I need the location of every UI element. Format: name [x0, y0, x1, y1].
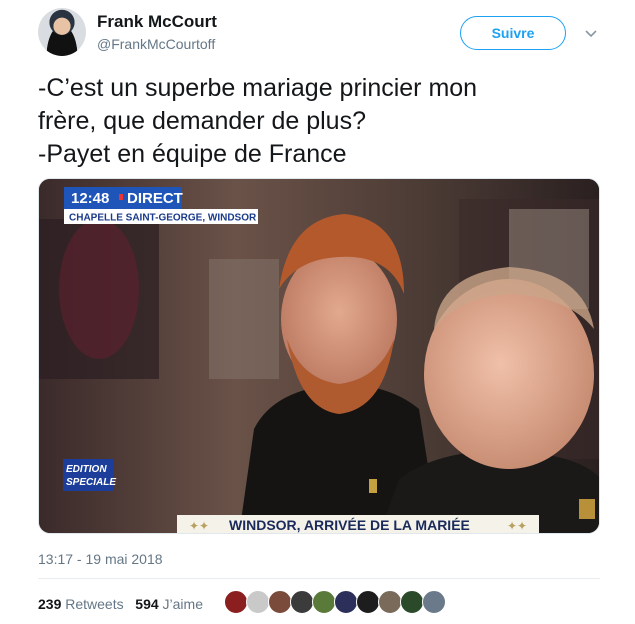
tweet-header: Frank McCourt @FrankMcCourtoff Suivre [38, 8, 608, 60]
channel-badge-line1: EDITION [66, 464, 107, 475]
retweets-label[interactable]: Retweets [65, 596, 123, 612]
tweet-text-line: frère, que demander de plus? [38, 107, 366, 135]
liker-avatar[interactable] [246, 590, 270, 614]
overlay-time: 12:48 [71, 190, 109, 207]
tweet-text-line: -C’est un superbe mariage princier mon [38, 74, 478, 102]
liker-avatar[interactable] [312, 590, 336, 614]
chevron-down-icon[interactable] [584, 28, 598, 38]
likes-label[interactable]: J’aime [163, 596, 203, 612]
liker-avatar[interactable] [422, 590, 446, 614]
follow-button[interactable]: Suivre [460, 16, 566, 50]
svg-text:✦✦: ✦✦ [507, 519, 527, 533]
liker-avatar[interactable] [400, 590, 424, 614]
tweet-text-line: -Payet en équipe de France [38, 140, 347, 168]
overlay-bottom-banner: WINDSOR, ARRIVÉE DE LA MARIÉE [229, 517, 470, 533]
liker-avatar[interactable] [356, 590, 380, 614]
liker-avatar[interactable] [268, 590, 292, 614]
likes-count[interactable]: 594 [135, 596, 158, 612]
tweet-text: -C’est un superbe mariage princier mon f… [38, 72, 598, 171]
liker-avatar[interactable] [224, 590, 248, 614]
retweets-count[interactable]: 239 [38, 596, 61, 612]
liker-avatar[interactable] [378, 590, 402, 614]
divider [38, 578, 600, 579]
tweet-stats: 239 Retweets 594 J’aime [38, 596, 203, 612]
overlay-live: DIRECT [127, 190, 183, 207]
tweet-media-photo[interactable]: 12:48 DIRECT CHAPELLE SAINT-GEORGE, WIND… [38, 178, 600, 534]
author-handle[interactable]: @FrankMcCourtoff [97, 36, 215, 52]
liker-avatar[interactable] [290, 590, 314, 614]
tweet-timestamp[interactable]: 13:17 - 19 mai 2018 [38, 551, 163, 567]
author-name[interactable]: Frank McCourt [97, 12, 217, 32]
svg-text:✦✦: ✦✦ [189, 519, 209, 533]
likers-avatars [224, 590, 446, 616]
author-avatar[interactable] [38, 8, 86, 56]
overlay-location: CHAPELLE SAINT-GEORGE, WINDSOR [69, 213, 257, 224]
channel-badge-line2: SPECIALE [66, 477, 116, 488]
liker-avatar[interactable] [334, 590, 358, 614]
tv-screenshot-image: 12:48 DIRECT CHAPELLE SAINT-GEORGE, WIND… [39, 179, 599, 533]
